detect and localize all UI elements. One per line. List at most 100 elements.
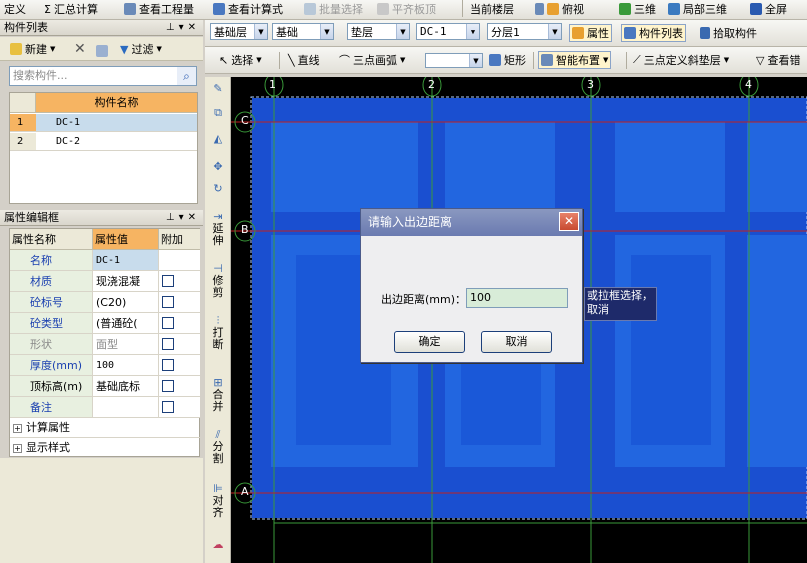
smart-place-button[interactable]: 智能布置 ▼ [538, 51, 612, 69]
attach-checkbox[interactable] [162, 359, 174, 371]
cloud-icon[interactable]: ☁ [208, 539, 228, 551]
properties-icon [572, 27, 584, 39]
table-corner [10, 93, 36, 113]
panel-controls[interactable]: ⊥▾✕ [166, 210, 200, 225]
rotate-icon[interactable]: ↻ [208, 183, 228, 195]
edit-toolbar: ✎ ⧉ ◭ ✥ ↻ ⇥ 延伸 ⊣ 修剪 ⫶ 打断 ⊞ 合并 ⫽ 分割 ⊫ 对齐 ☁ [205, 77, 231, 563]
delete-icon[interactable]: ✕ [72, 40, 88, 58]
dialog-title-bar: 请输入出边距离 ✕ [361, 209, 582, 236]
component-list-title: 构件列表 ⊥▾✕ [0, 20, 203, 36]
extend-button[interactable]: ⇥ 延伸 [208, 211, 228, 247]
line-button[interactable]: ╲ 直线 [286, 51, 322, 69]
cancel-button[interactable]: 取消 [481, 331, 552, 353]
attach-checkbox[interactable] [162, 401, 174, 413]
top-view-button[interactable]: 俯视 [533, 0, 586, 18]
prop-name: 材质 [10, 271, 93, 292]
properties-button[interactable]: 属性 [569, 24, 612, 42]
split-button[interactable]: ⫽ 分割 [208, 429, 228, 465]
prop-value[interactable] [93, 397, 159, 418]
select-button[interactable]: ↖ 选择 ▼ [217, 51, 264, 69]
fullscreen-button[interactable]: 全屏 [748, 0, 789, 18]
prop-extra[interactable] [159, 271, 200, 292]
footing-inner-3 [631, 255, 711, 445]
arc-button[interactable]: ⌒ 三点画弧 ▼ [337, 51, 407, 69]
floor-select[interactable]: 基础层 ▼ [210, 23, 268, 40]
funnel-icon: ▼ [120, 42, 129, 56]
break-button[interactable]: ⫶ 打断 [208, 315, 228, 351]
prop-extra[interactable] [159, 355, 200, 376]
ok-button[interactable]: 确定 [394, 331, 465, 353]
axis-label-C: C [241, 114, 249, 127]
prop-value[interactable]: (普通砼( [93, 313, 159, 334]
command-tooltip: 或拉框选择， 取消 [584, 287, 657, 321]
prop-value[interactable]: 现浇混凝 [93, 271, 159, 292]
move-icon[interactable]: ✥ [208, 161, 228, 173]
prop-value[interactable]: DC-1 [93, 250, 159, 271]
search-input[interactable]: 搜索构件... [9, 66, 197, 86]
attach-checkbox[interactable] [162, 338, 174, 350]
flush-slab-top-button[interactable]: 平齐板顶 [375, 0, 438, 18]
batch-icon [304, 3, 316, 15]
define-button[interactable]: 定义 [2, 0, 28, 18]
attach-checkbox[interactable] [162, 296, 174, 308]
new-button[interactable]: 新建 ▼ [8, 40, 57, 58]
prop-value[interactable]: 基础底标 [93, 376, 159, 397]
sigma-icon: Σ [44, 2, 51, 16]
arc-option-select[interactable]: ▼ [425, 53, 483, 68]
prop-name: 顶标高(m) [10, 376, 93, 397]
table-row[interactable]: DC-1 [36, 114, 197, 132]
group-display-style[interactable]: + 显示样式 [10, 438, 200, 457]
view-quantity-button[interactable]: 查看工程量 [122, 0, 196, 18]
mirror-icon[interactable]: ◭ [208, 133, 228, 145]
axis-label-2: 2 [428, 78, 435, 91]
search-icon[interactable]: ⌕ [177, 67, 196, 85]
3d-button[interactable]: 三维 [617, 0, 658, 18]
prop-value[interactable]: (C20) [93, 292, 159, 313]
category-select[interactable]: 基础 ▼ [272, 23, 334, 40]
view-icon: ▽ [756, 53, 765, 67]
footing-C3 [615, 122, 725, 212]
axis-label-1: 1 [269, 78, 276, 91]
current-floor-button[interactable]: 当前楼层 [468, 0, 516, 18]
attach-checkbox[interactable] [162, 275, 174, 287]
filter-button[interactable]: ▼ 过滤 ▼ [118, 40, 164, 58]
close-icon[interactable]: ✕ [559, 212, 579, 231]
prop-value[interactable]: 100 [93, 355, 159, 376]
component-list-button[interactable]: 构件列表 [621, 24, 686, 42]
batch-select-button[interactable]: 批量选择 [302, 0, 365, 18]
type-select[interactable]: 垫层 ▼ [347, 23, 410, 40]
pencil-icon[interactable]: ✎ [208, 83, 228, 95]
copy-icon[interactable]: ⧉ [208, 107, 228, 119]
flush-icon [377, 3, 389, 15]
group-calc-properties[interactable]: + 计算属性 [10, 418, 200, 438]
sublayer-select[interactable]: 分层1 ▼ [487, 23, 562, 40]
footing-B4 [747, 235, 807, 467]
table-row[interactable]: DC-2 [36, 133, 197, 151]
prop-value[interactable]: 面型 [93, 334, 159, 355]
prop-header-value: 属性值 [93, 229, 159, 250]
pick-component-button[interactable]: 拾取构件 [698, 24, 759, 42]
summary-calc-button[interactable]: Σ 汇总计算 [42, 0, 100, 18]
axis-label-A: A [241, 485, 249, 498]
component-select[interactable]: DC-1 ▼ [416, 23, 480, 40]
copy-icon[interactable] [94, 42, 110, 60]
slope-cushion-button[interactable]: ⟋ 三点定义斜垫层 ▼ [631, 51, 731, 69]
prop-extra[interactable] [159, 376, 200, 397]
align-button[interactable]: ⊫ 对齐 [208, 483, 228, 519]
prop-name: 厚度(mm) [10, 355, 93, 376]
attach-checkbox[interactable] [162, 317, 174, 329]
local-3d-button[interactable]: 局部三维 [666, 0, 729, 18]
list-icon [624, 27, 636, 39]
view-formula-button[interactable]: 查看计算式 [211, 0, 285, 18]
trim-button[interactable]: ⊣ 修剪 [208, 263, 228, 299]
attach-checkbox[interactable] [162, 380, 174, 392]
panel-controls[interactable]: ⊥▾✕ [166, 20, 200, 35]
rectangle-button[interactable]: 矩形 [487, 51, 528, 69]
merge-button[interactable]: ⊞ 合并 [208, 377, 228, 413]
view-error-button[interactable]: ▽ 查看错 [754, 51, 802, 69]
prop-extra[interactable] [159, 334, 200, 355]
prop-extra[interactable] [159, 397, 200, 418]
prop-extra[interactable] [159, 292, 200, 313]
margin-distance-input[interactable]: 100 [466, 288, 568, 308]
prop-extra[interactable] [159, 313, 200, 334]
